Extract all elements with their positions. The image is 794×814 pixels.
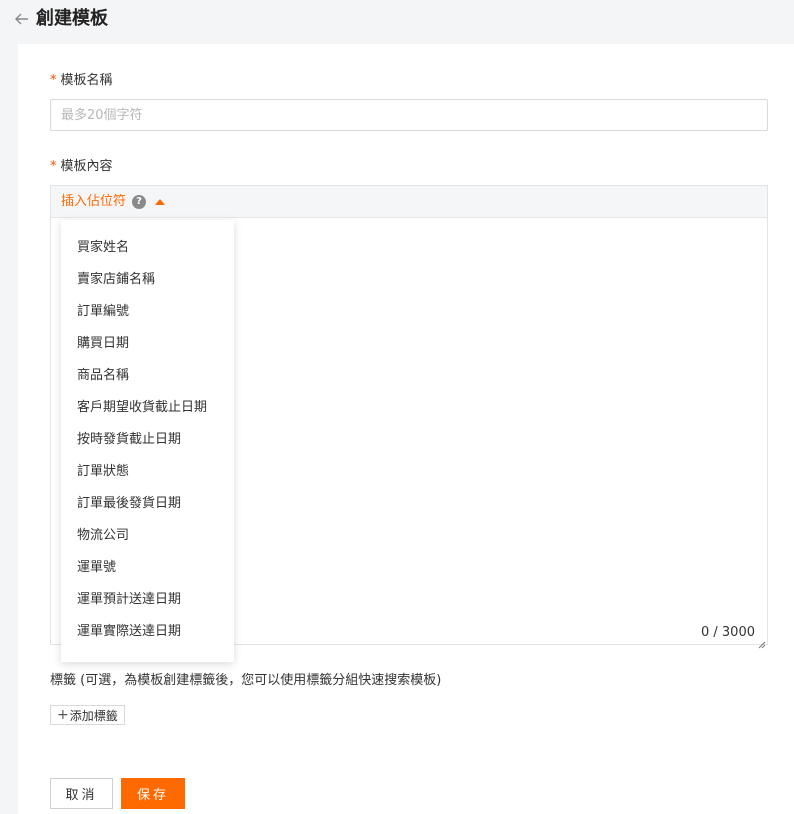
placeholder-dropdown-menu: 買家姓名 賣家店鋪名稱 訂單編號 購買日期 商品名稱 客戶期望收貨截止日期 按時發貨截止日期… bbox=[61, 220, 234, 662]
tags-label: 標籤 (可選，為模板創建標籤後，您可以使用標籤分組快速搜索模板) bbox=[50, 673, 442, 688]
char-counter: 0 / 3000 bbox=[701, 625, 755, 640]
placeholder-menu-item[interactable]: 賣家店鋪名稱 bbox=[61, 264, 234, 296]
template-name-input[interactable] bbox=[50, 99, 768, 131]
cancel-button[interactable]: 取消 bbox=[50, 778, 113, 809]
placeholder-menu-item[interactable]: 按時發貨截止日期 bbox=[61, 424, 234, 456]
required-mark: * bbox=[50, 159, 57, 174]
required-mark: * bbox=[50, 73, 57, 88]
placeholder-menu-item[interactable]: 商品名稱 bbox=[61, 360, 234, 392]
help-icon[interactable]: ? bbox=[132, 195, 147, 209]
editor-toolbar: 插入佔位符 ? bbox=[51, 186, 767, 218]
placeholder-menu-item[interactable]: 運單預計送達日期 bbox=[61, 584, 234, 616]
template-name-label: * 模板名稱 bbox=[50, 73, 113, 88]
placeholder-menu-item[interactable]: 買家姓名 bbox=[61, 232, 234, 264]
insert-placeholder-label: 插入佔位符 bbox=[61, 194, 127, 209]
plus-icon: + bbox=[57, 707, 69, 723]
caret-up-icon bbox=[155, 199, 166, 205]
add-tag-button[interactable]: + 添加標籤 bbox=[50, 705, 125, 725]
resize-handle-icon[interactable] bbox=[757, 634, 766, 649]
page-title: 創建模板 bbox=[36, 8, 108, 29]
placeholder-menu-item[interactable]: 客戶期望收貨截止日期 bbox=[61, 392, 234, 424]
arrow-left-icon[interactable] bbox=[13, 10, 31, 28]
placeholder-menu-item[interactable]: 運單實際送達日期 bbox=[61, 616, 234, 648]
page-header: 創建模板 bbox=[0, 0, 794, 44]
placeholder-menu-item[interactable]: 訂單編號 bbox=[61, 296, 234, 328]
placeholder-menu-item[interactable]: 物流公司 bbox=[61, 520, 234, 552]
placeholder-menu-item[interactable]: 運單號 bbox=[61, 552, 234, 584]
placeholder-menu-item[interactable]: 訂單最後發貨日期 bbox=[61, 488, 234, 520]
placeholder-menu-item[interactable]: 訂單狀態 bbox=[61, 456, 234, 488]
placeholder-menu-item[interactable]: 購買日期 bbox=[61, 328, 234, 360]
insert-placeholder-button[interactable]: 插入佔位符 ? bbox=[61, 193, 166, 211]
save-button[interactable]: 保存 bbox=[121, 778, 185, 809]
template-content-label: * 模板內容 bbox=[50, 159, 113, 174]
add-tag-label: 添加標籤 bbox=[69, 708, 118, 723]
